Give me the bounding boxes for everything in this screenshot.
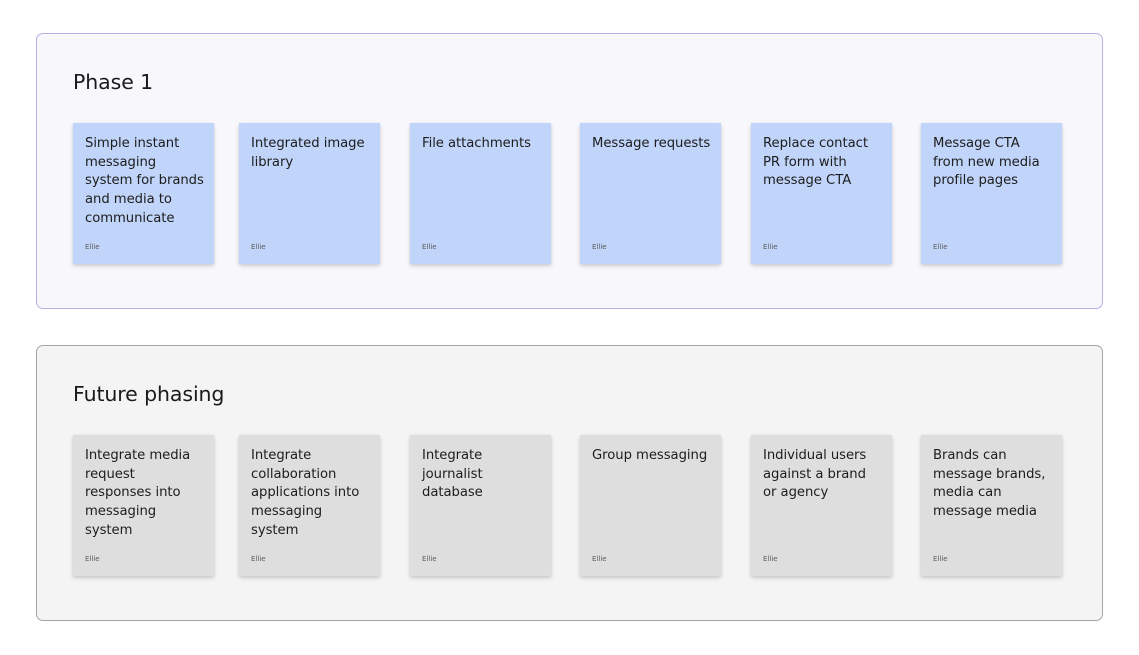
sticky-note-text: Replace contact PR form with message CTA [763, 136, 868, 189]
sticky-note[interactable]: File attachments Ellie [410, 123, 551, 264]
sticky-note-text: Integrate journalist database [422, 448, 483, 501]
frame-phase-1[interactable]: Phase 1 Simple instant messaging system … [36, 33, 1103, 309]
frame-title: Future phasing [73, 382, 225, 406]
sticky-note-text: File attachments [422, 136, 531, 151]
sticky-note-text: Individual users against a brand or agen… [763, 448, 867, 501]
sticky-note[interactable]: Message CTA from new media profile pages… [921, 123, 1062, 264]
sticky-note[interactable]: Replace contact PR form with message CTA… [751, 123, 892, 264]
sticky-note[interactable]: Brands can message brands, media can mes… [921, 435, 1062, 576]
sticky-note-text: Integrated image library [251, 136, 365, 170]
sticky-note-author: Ellie [933, 555, 948, 563]
sticky-note-text: Integrate media request responses into m… [85, 448, 191, 538]
sticky-note[interactable]: Integrate collaboration applications int… [239, 435, 380, 576]
sticky-note[interactable]: Integrated image library Ellie [239, 123, 380, 264]
sticky-note-text: Brands can message brands, media can mes… [933, 448, 1046, 520]
sticky-note[interactable]: Simple instant messaging system for bran… [73, 123, 214, 264]
sticky-note-text: Group messaging [592, 448, 708, 463]
sticky-note-text: Message requests [592, 136, 711, 151]
sticky-note-author: Ellie [251, 243, 266, 251]
sticky-note[interactable]: Message requests Ellie [580, 123, 721, 264]
sticky-note-author: Ellie [251, 555, 266, 563]
sticky-note-author: Ellie [763, 555, 778, 563]
sticky-note-author: Ellie [933, 243, 948, 251]
sticky-note-author: Ellie [592, 555, 607, 563]
sticky-note-text: Integrate collaboration applications int… [251, 448, 360, 538]
frame-title: Phase 1 [73, 70, 154, 94]
frame-future-phasing[interactable]: Future phasing Integrate media request r… [36, 345, 1103, 621]
sticky-note[interactable]: Integrate journalist database Ellie [410, 435, 551, 576]
sticky-note[interactable]: Group messaging Ellie [580, 435, 721, 576]
sticky-note-author: Ellie [592, 243, 607, 251]
sticky-note[interactable]: Individual users against a brand or agen… [751, 435, 892, 576]
sticky-note-author: Ellie [422, 243, 437, 251]
sticky-note-text: Message CTA from new media profile pages [933, 136, 1040, 189]
sticky-note[interactable]: Integrate media request responses into m… [73, 435, 214, 576]
sticky-note-author: Ellie [422, 555, 437, 563]
sticky-note-author: Ellie [85, 243, 100, 251]
sticky-note-author: Ellie [85, 555, 100, 563]
sticky-note-author: Ellie [763, 243, 778, 251]
sticky-note-text: Simple instant messaging system for bran… [85, 136, 204, 226]
